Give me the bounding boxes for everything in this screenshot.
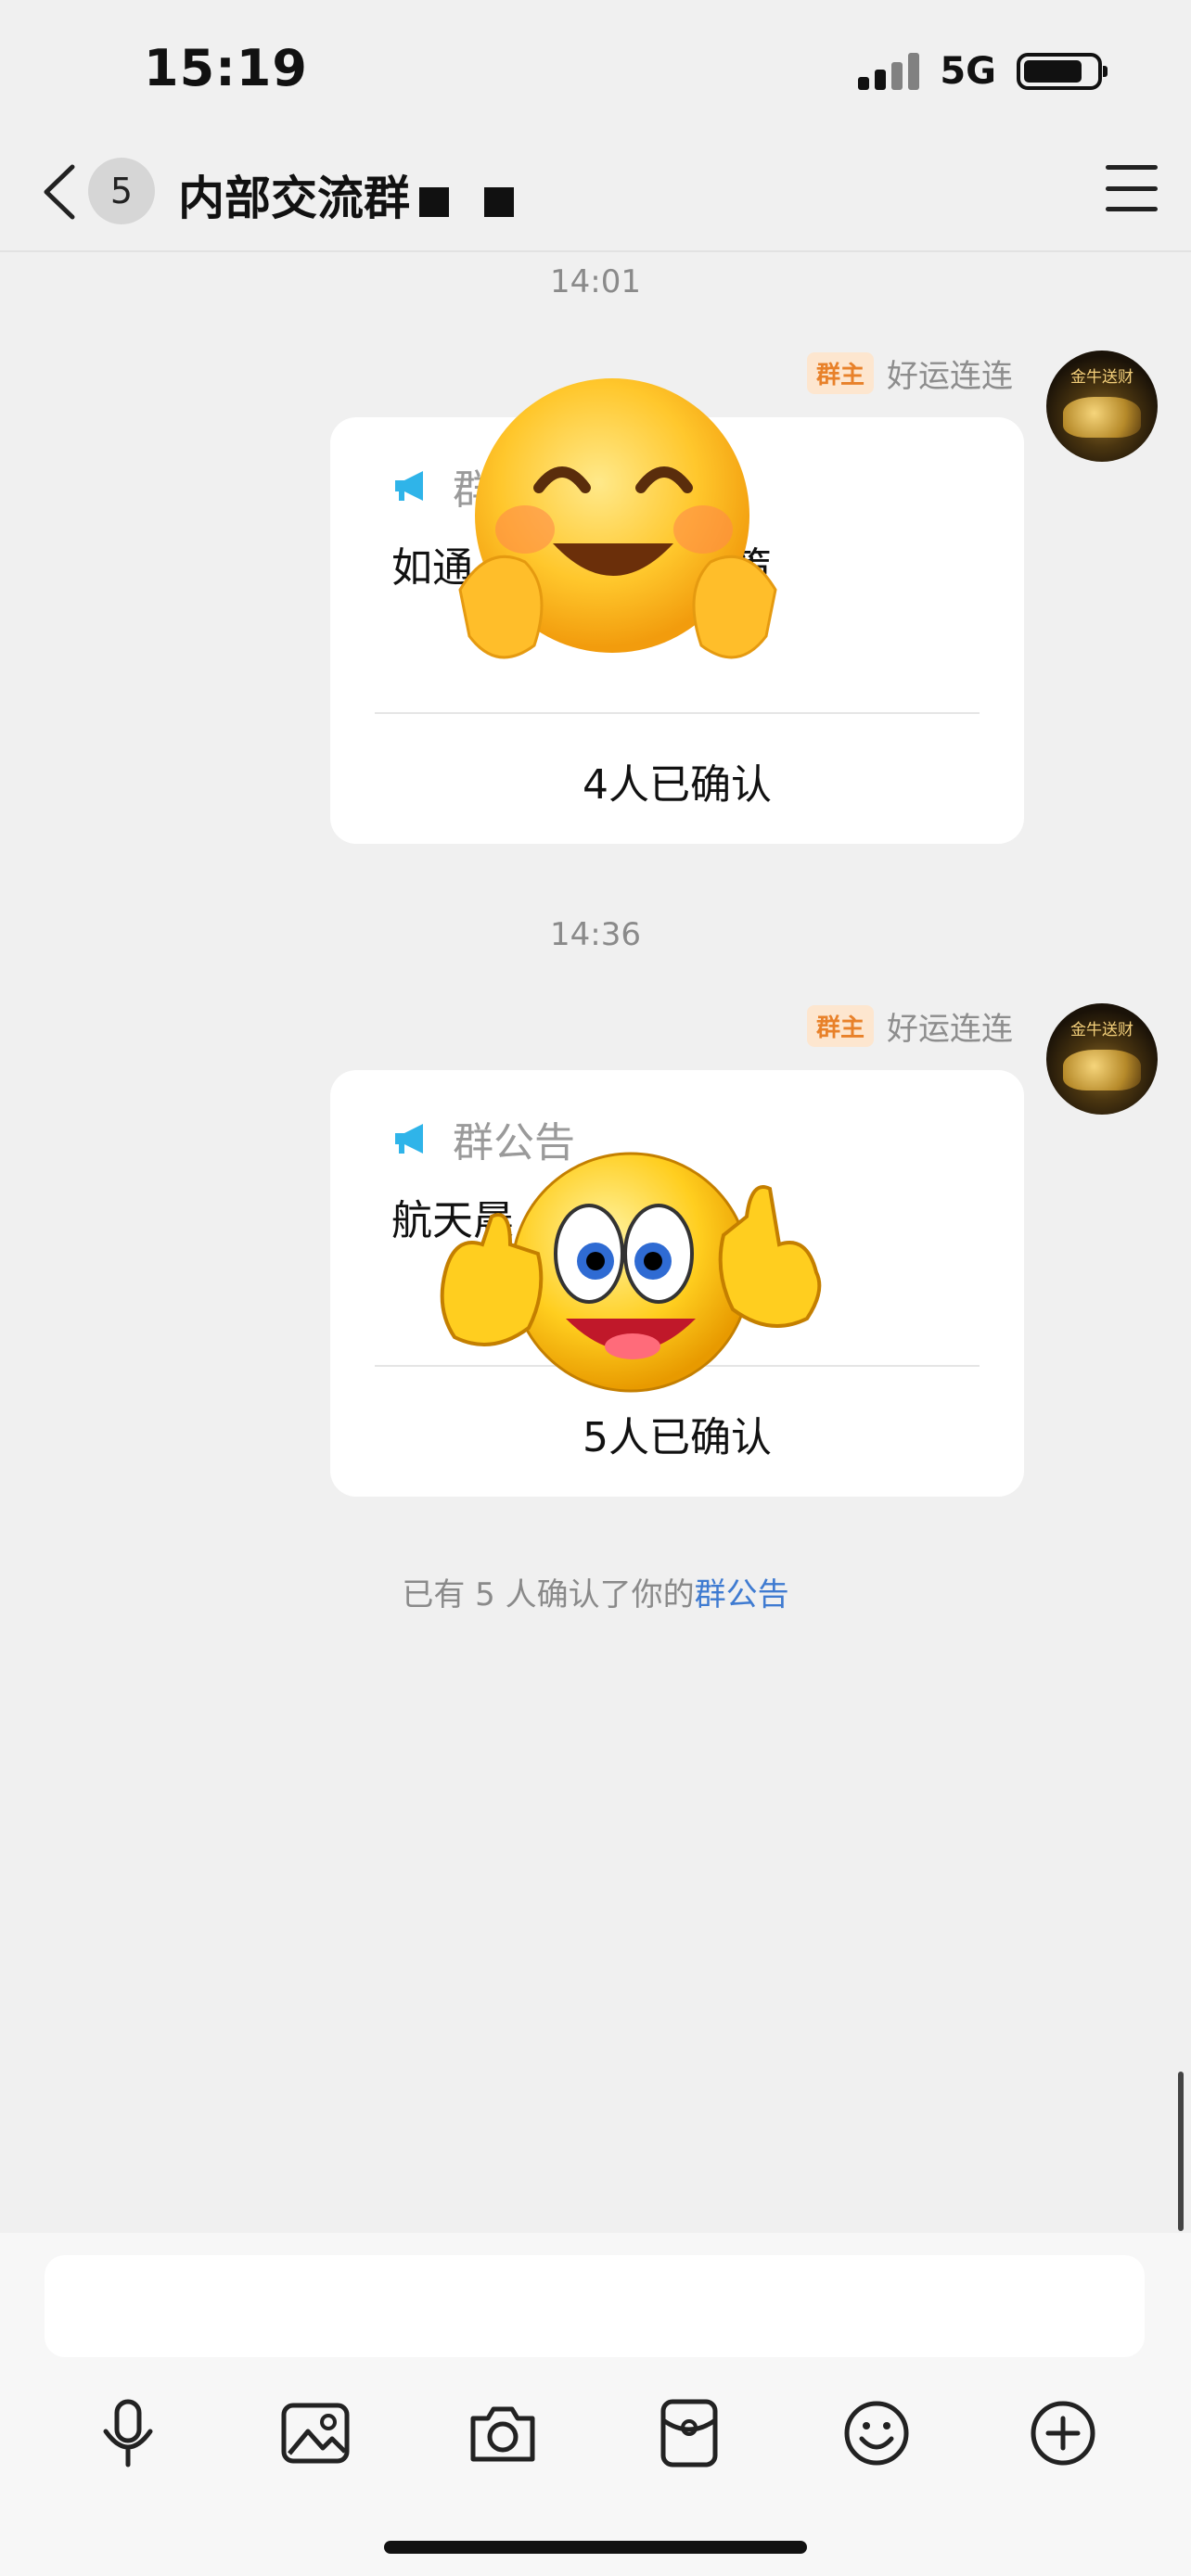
plus-icon — [1031, 2401, 1095, 2466]
scrollbar[interactable] — [1178, 2072, 1184, 2231]
thumbs-up-emoji-sticker — [440, 1152, 822, 1393]
image-icon — [281, 2403, 350, 2464]
status-time: 15:19 — [144, 39, 308, 97]
back-icon — [44, 164, 75, 220]
sender-row: 群主 好运连连 — [806, 351, 1013, 396]
status-bar: 15:19 5G — [0, 0, 1191, 139]
hugging-emoji-sticker — [458, 378, 777, 659]
red-packet-icon — [660, 2399, 718, 2468]
voice-button[interactable] — [91, 2396, 165, 2470]
microphone-icon — [103, 2399, 153, 2468]
owner-tag: 群主 — [806, 352, 874, 394]
sender-name: 好运连连 — [887, 1011, 1013, 1048]
emoji-button[interactable] — [839, 2396, 914, 2470]
avatar[interactable]: 金牛送财 — [1046, 351, 1158, 462]
megaphone-icon — [395, 1124, 423, 1154]
image-button[interactable] — [278, 2396, 352, 2470]
bull-image — [1063, 1050, 1141, 1090]
confirmation-notice: 已有 5 人确认了你的群公告 — [0, 1569, 1191, 1614]
avatar-label: 金牛送财 — [1070, 1021, 1133, 1039]
message-timestamp: 14:36 — [550, 916, 641, 953]
page-title: 内部交流群 — [178, 161, 514, 228]
message-timestamp: 14:01 — [550, 263, 641, 300]
home-indicator[interactable] — [384, 2541, 807, 2554]
signal-icon — [858, 53, 920, 90]
bull-image — [1063, 397, 1141, 438]
back-button[interactable] — [37, 159, 83, 224]
group-name: 内部交流群 — [178, 172, 410, 225]
network-label: 5G — [940, 50, 996, 93]
megaphone-icon — [395, 471, 423, 501]
menu-icon — [1106, 165, 1158, 170]
more-button[interactable] — [1026, 2396, 1100, 2470]
confirm-count[interactable]: 5人已确认 — [330, 1404, 1024, 1463]
sender-name: 好运连连 — [887, 358, 1013, 395]
unread-count-badge[interactable]: 5 — [88, 158, 155, 224]
announcement-link[interactable]: 群公告 — [695, 1576, 789, 1613]
sender-row: 群主 好运连连 — [806, 1003, 1013, 1049]
avatar[interactable]: 金牛送财 — [1046, 1003, 1158, 1115]
status-indicators: 5G — [858, 50, 1108, 93]
camera-button[interactable] — [466, 2396, 540, 2470]
redaction-mark — [484, 186, 514, 217]
battery-icon — [1017, 53, 1108, 90]
nav-bar: 5 内部交流群 — [0, 139, 1191, 252]
notice-text: 已有 5 人确认了你的 — [402, 1576, 695, 1613]
redaction-mark — [419, 186, 449, 217]
avatar-label: 金牛送财 — [1070, 368, 1133, 387]
input-area — [0, 2233, 1191, 2576]
camera-icon — [470, 2406, 535, 2462]
emoji-icon — [844, 2401, 909, 2466]
divider — [375, 712, 980, 714]
confirm-count[interactable]: 4人已确认 — [330, 751, 1024, 810]
menu-button[interactable] — [1106, 165, 1158, 211]
owner-tag: 群主 — [806, 1005, 874, 1047]
red-packet-button[interactable] — [652, 2396, 726, 2470]
message-input[interactable] — [45, 2255, 1145, 2357]
